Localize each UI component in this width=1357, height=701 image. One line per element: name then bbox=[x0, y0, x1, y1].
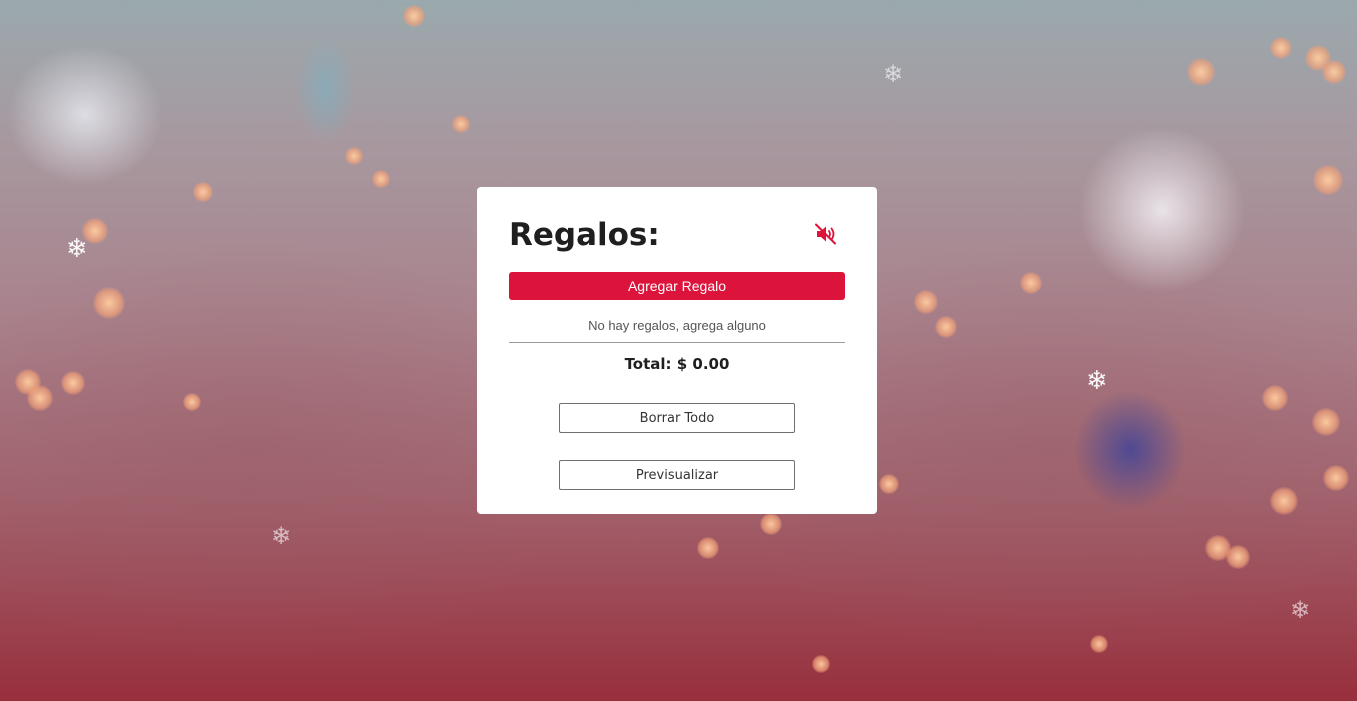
snowflake-icon: ❄ bbox=[66, 234, 88, 264]
bokeh-light bbox=[697, 537, 719, 559]
bokeh-light bbox=[1312, 408, 1340, 436]
bokeh-light bbox=[372, 170, 390, 188]
bokeh-light bbox=[1323, 465, 1349, 491]
bokeh-light bbox=[15, 369, 41, 395]
bokeh-light bbox=[1270, 37, 1292, 59]
bokeh-light bbox=[345, 147, 363, 165]
add-gift-button[interactable]: Agregar Regalo bbox=[509, 272, 845, 300]
bokeh-light bbox=[1205, 535, 1231, 561]
bokeh-light bbox=[1305, 45, 1331, 71]
speaker-muted-icon bbox=[815, 223, 836, 245]
snowflake-icon: ❄ bbox=[1290, 596, 1311, 624]
bokeh-light bbox=[760, 513, 782, 535]
clear-all-button[interactable]: Borrar Todo bbox=[559, 403, 795, 433]
bokeh-light bbox=[1322, 60, 1346, 84]
bokeh-light bbox=[1313, 165, 1343, 195]
bokeh-light bbox=[812, 655, 830, 673]
bokeh-light bbox=[403, 5, 425, 27]
snowflake-icon: ❄ bbox=[883, 60, 904, 88]
page-title: Regalos: bbox=[509, 217, 660, 253]
empty-list-message: No hay regalos, agrega alguno bbox=[588, 318, 766, 333]
bokeh-light bbox=[914, 290, 938, 314]
bokeh-light bbox=[193, 182, 213, 202]
bokeh-light bbox=[1020, 272, 1042, 294]
bokeh-light bbox=[452, 115, 470, 133]
bokeh-light bbox=[1226, 545, 1250, 569]
snowflake-icon: ❄ bbox=[271, 522, 292, 550]
bokeh-light bbox=[93, 287, 125, 319]
bokeh-light bbox=[27, 385, 53, 411]
preview-button[interactable]: Previsualizar bbox=[559, 460, 795, 490]
snowflake-icon: ❄ bbox=[1086, 366, 1108, 396]
bokeh-light bbox=[1262, 385, 1288, 411]
bokeh-light bbox=[61, 371, 85, 395]
total-amount: Total: $ 0.00 bbox=[624, 355, 730, 373]
bokeh-light bbox=[879, 474, 899, 494]
bokeh-light bbox=[1187, 58, 1215, 86]
bokeh-light bbox=[183, 393, 201, 411]
gift-list-card: Regalos: Agregar Regalo No hay regalos, … bbox=[477, 187, 877, 514]
bokeh-light bbox=[1090, 635, 1108, 653]
bokeh-light bbox=[1270, 487, 1298, 515]
bokeh-light bbox=[935, 316, 957, 338]
divider bbox=[509, 342, 845, 343]
mute-button[interactable] bbox=[813, 222, 839, 246]
